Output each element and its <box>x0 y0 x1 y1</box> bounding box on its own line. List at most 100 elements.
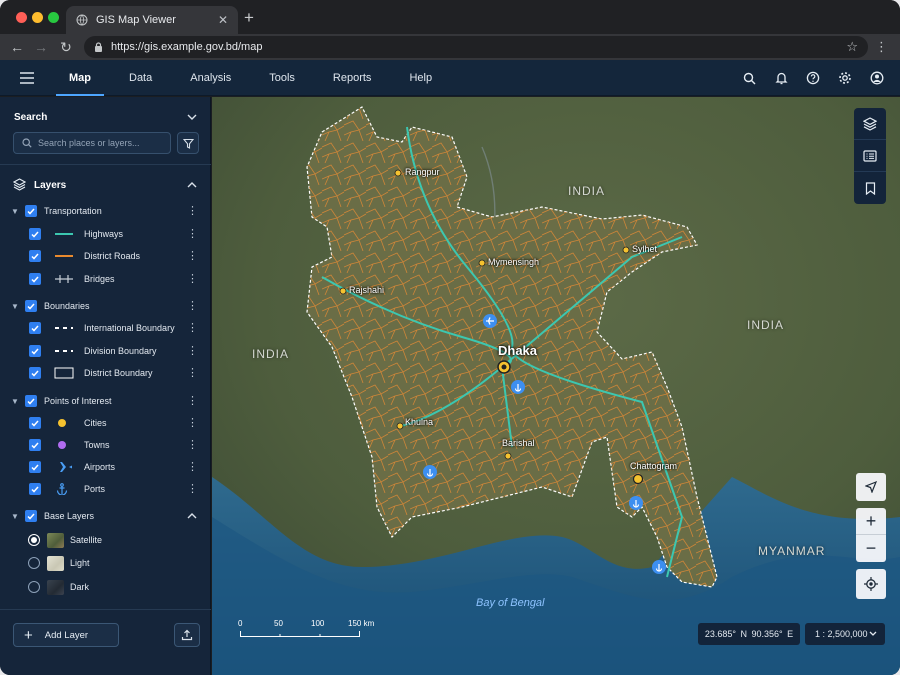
chevron-down-icon[interactable]: ▼ <box>11 512 19 521</box>
locate-me-button[interactable] <box>856 569 886 599</box>
help-icon[interactable] <box>804 69 822 87</box>
layer-checkbox[interactable] <box>29 439 41 451</box>
layer-item-international-boundary[interactable]: International Boundary ⋮ <box>0 318 211 338</box>
close-tab-icon[interactable]: ✕ <box>218 13 228 27</box>
forward-icon[interactable]: → <box>32 38 50 56</box>
browser-menu-icon[interactable]: ⋮ <box>875 39 888 55</box>
new-tab-button[interactable]: + <box>244 9 254 26</box>
chevron-down-icon[interactable]: ▼ <box>11 302 19 311</box>
tab-map[interactable]: Map <box>56 60 104 96</box>
more-options-icon[interactable]: ⋮ <box>187 205 198 217</box>
layer-item-district-roads[interactable]: District Roads ⋮ <box>0 246 211 266</box>
layer-checkbox[interactable] <box>29 461 41 473</box>
city-marker[interactable] <box>622 246 630 254</box>
layer-item-district-boundary[interactable]: District Boundary ⋮ <box>0 363 211 383</box>
city-marker[interactable] <box>394 169 402 177</box>
reload-icon[interactable]: ↻ <box>57 38 75 56</box>
back-icon[interactable]: ← <box>8 38 26 56</box>
chevron-down-icon[interactable]: ▼ <box>11 397 19 406</box>
chevron-down-icon[interactable] <box>187 113 197 121</box>
tab-reports[interactable]: Reports <box>320 60 385 96</box>
tab-help[interactable]: Help <box>396 60 445 96</box>
zoom-out-button[interactable]: − <box>856 535 886 562</box>
layer-item-cities[interactable]: Cities ⋮ <box>0 413 211 433</box>
chevron-down-icon[interactable]: ▼ <box>11 207 19 216</box>
maximize-window-button[interactable] <box>48 12 59 23</box>
layer-checkbox[interactable] <box>29 250 41 262</box>
city-marker[interactable] <box>339 287 347 295</box>
layer-checkbox[interactable] <box>29 228 41 240</box>
search-field[interactable] <box>13 132 171 154</box>
upload-button[interactable] <box>174 623 200 647</box>
browser-tab[interactable]: GIS Map Viewer ✕ <box>66 6 238 34</box>
bookmark-star-icon[interactable]: ☆ <box>846 39 858 55</box>
base-layers-group[interactable]: ▼ Base Layers <box>0 506 211 526</box>
account-icon[interactable] <box>868 69 886 87</box>
capital-marker[interactable] <box>496 359 512 375</box>
zoom-in-button[interactable]: + <box>856 508 886 535</box>
bell-icon[interactable] <box>772 69 790 87</box>
layer-group-points-of-interest[interactable]: ▼ Points of Interest ⋮ <box>0 391 211 411</box>
layer-item-ports[interactable]: Ports ⋮ <box>0 479 211 499</box>
airport-marker[interactable] <box>483 314 497 328</box>
layer-checkbox[interactable] <box>29 483 41 495</box>
chevron-up-icon[interactable] <box>187 512 197 520</box>
chevron-up-icon[interactable] <box>187 181 197 189</box>
city-marker[interactable] <box>478 259 486 267</box>
layer-group-transportation[interactable]: ▼ Transportation ⋮ <box>0 201 211 221</box>
base-layer-option-light[interactable]: Light <box>0 553 211 573</box>
tab-data[interactable]: Data <box>116 60 165 96</box>
layer-checkbox[interactable] <box>29 417 41 429</box>
hamburger-menu-icon[interactable] <box>18 70 36 86</box>
more-options-icon[interactable]: ⋮ <box>187 300 198 312</box>
layer-checkbox[interactable] <box>29 367 41 379</box>
tab-tools[interactable]: Tools <box>256 60 308 96</box>
city-marker[interactable] <box>632 473 644 485</box>
radio-button[interactable] <box>28 534 40 546</box>
close-window-button[interactable] <box>16 12 27 23</box>
add-layer-button[interactable]: + Add Layer <box>13 623 119 647</box>
radio-button[interactable] <box>28 557 40 569</box>
more-options-icon[interactable]: ⋮ <box>187 417 198 429</box>
layer-group-boundaries[interactable]: ▼ Boundaries ⋮ <box>0 296 211 316</box>
port-marker[interactable] <box>511 380 525 394</box>
more-options-icon[interactable]: ⋮ <box>187 439 198 451</box>
search-icon[interactable] <box>740 69 758 87</box>
more-options-icon[interactable]: ⋮ <box>187 250 198 262</box>
layer-checkbox[interactable] <box>29 273 41 285</box>
group-checkbox[interactable] <box>25 395 37 407</box>
search-input[interactable] <box>38 138 168 148</box>
more-options-icon[interactable]: ⋮ <box>187 273 198 285</box>
more-options-icon[interactable]: ⋮ <box>187 367 198 379</box>
group-checkbox[interactable] <box>25 205 37 217</box>
navigate-button[interactable] <box>856 473 886 501</box>
more-options-icon[interactable]: ⋮ <box>187 345 198 357</box>
address-bar[interactable]: https://gis.example.gov.bd/map ☆ <box>84 36 868 58</box>
layer-item-highways[interactable]: Highways ⋮ <box>0 224 211 244</box>
layer-checkbox[interactable] <box>29 345 41 357</box>
map-canvas[interactable]: INDIA INDIA INDIA MYANMAR Bay of Bengal … <box>212 97 900 675</box>
city-marker[interactable] <box>504 452 512 460</box>
layers-toggle-button[interactable] <box>854 108 886 140</box>
legend-button[interactable] <box>854 140 886 172</box>
layer-item-towns[interactable]: Towns ⋮ <box>0 435 211 455</box>
group-checkbox[interactable] <box>25 510 37 522</box>
gear-icon[interactable] <box>836 69 854 87</box>
layer-item-airports[interactable]: Airports ⋮ <box>0 457 211 477</box>
base-layer-option-dark[interactable]: Dark <box>0 577 211 597</box>
radio-button[interactable] <box>28 581 40 593</box>
more-options-icon[interactable]: ⋮ <box>187 228 198 240</box>
more-options-icon[interactable]: ⋮ <box>187 395 198 407</box>
city-marker[interactable] <box>396 422 404 430</box>
bookmarks-button[interactable] <box>854 172 886 204</box>
tab-analysis[interactable]: Analysis <box>177 60 244 96</box>
port-marker[interactable] <box>423 465 437 479</box>
layer-item-division-boundary[interactable]: Division Boundary ⋮ <box>0 341 211 361</box>
more-options-icon[interactable]: ⋮ <box>187 322 198 334</box>
layer-checkbox[interactable] <box>29 322 41 334</box>
port-marker[interactable] <box>652 560 666 574</box>
map-scale-select[interactable]: 1 : 2,500,000 <box>805 623 885 645</box>
base-layer-option-satellite[interactable]: Satellite <box>0 530 211 550</box>
more-options-icon[interactable]: ⋮ <box>187 483 198 495</box>
filter-button[interactable] <box>177 132 199 154</box>
